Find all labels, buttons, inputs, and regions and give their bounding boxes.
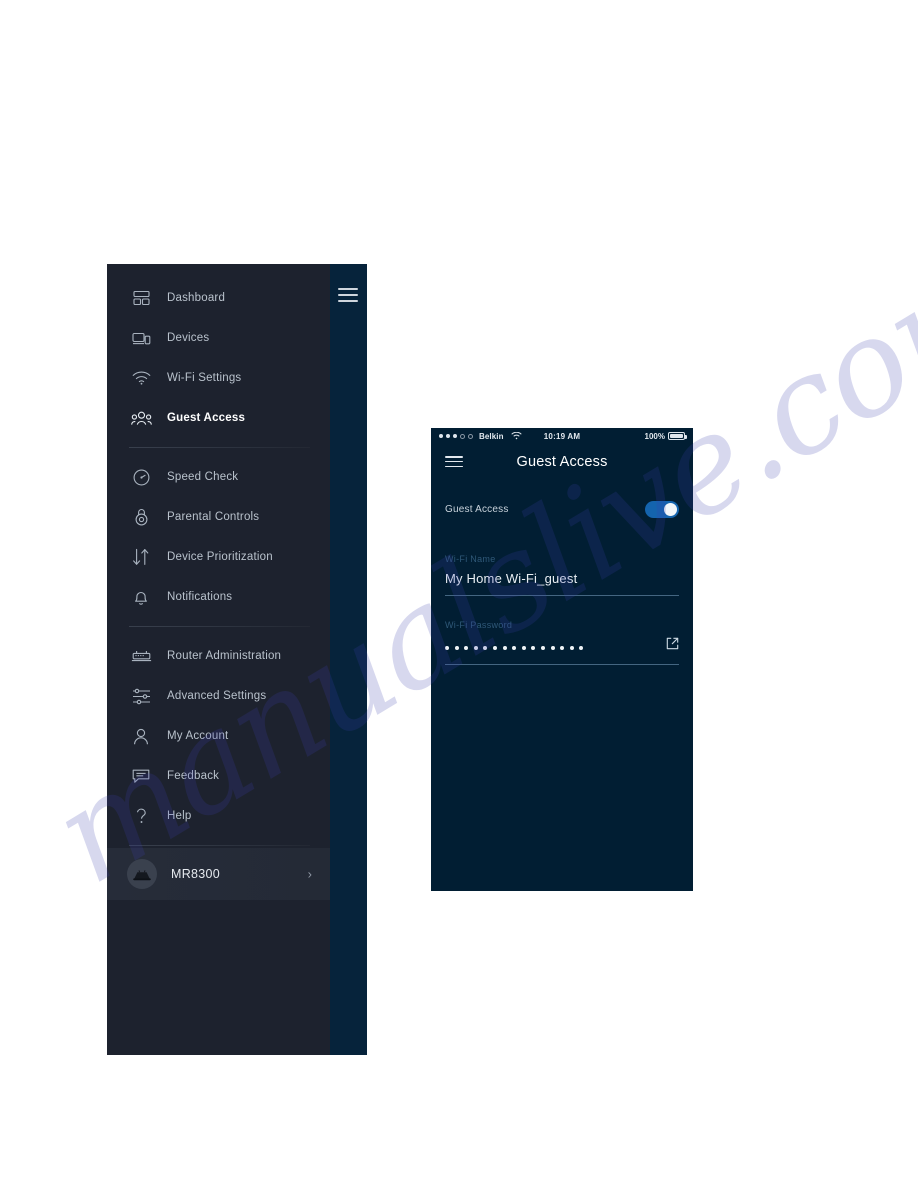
sidebar-device-name: MR8300	[171, 867, 221, 881]
wifi-name-label: Wi-Fi Name	[445, 554, 496, 564]
guest-access-toggle-row[interactable]: Guest Access	[431, 488, 693, 530]
sidebar-item-advanced-settings[interactable]: Advanced Settings	[107, 676, 330, 716]
sidebar-item-help[interactable]: Help	[107, 796, 330, 836]
sidebar-device-row[interactable]: MR8300 ›	[107, 848, 330, 900]
wifi-name-row: My Home Wi-Fi_guest	[445, 571, 679, 587]
sidebar-item-label: Feedback	[167, 770, 220, 782]
question-mark-icon	[129, 804, 153, 828]
sidebar-divider	[129, 626, 310, 627]
dashboard-icon	[129, 286, 153, 310]
wifi-password-field[interactable]: Wi-Fi Password	[445, 596, 679, 665]
speedometer-icon	[129, 465, 153, 489]
lock-icon	[129, 505, 153, 529]
sidebar-item-label: Dashboard	[167, 292, 226, 304]
hamburger-bar	[445, 465, 463, 468]
router-icon	[129, 644, 153, 668]
hamburger-bar	[338, 300, 358, 302]
phone-header: Guest Access	[431, 444, 693, 480]
guest-access-toggle[interactable]	[645, 500, 679, 518]
chat-bubble-icon	[129, 764, 153, 788]
wifi-password-masked-value[interactable]	[445, 640, 658, 656]
sidebar-item-my-account[interactable]: My Account	[107, 716, 330, 756]
sidebar-item-feedback[interactable]: Feedback	[107, 756, 330, 796]
battery-full-icon	[668, 432, 687, 440]
sidebar-item-label: Help	[167, 810, 192, 822]
hamburger-bar	[445, 456, 463, 458]
sidebar-item-speed-check[interactable]: Speed Check	[107, 457, 330, 497]
sidebar-divider	[129, 447, 310, 448]
phone-screenshot: Belkin 10:19 AM 100% Guest Access Guest …	[431, 428, 693, 891]
app-sidebar-panel: Dashboard Devices Wi-Fi Settings Guest A…	[107, 264, 367, 1055]
wifi-name-value[interactable]: My Home Wi-Fi_guest	[445, 571, 679, 587]
sidebar-nav-list: Dashboard Devices Wi-Fi Settings Guest A…	[107, 278, 330, 895]
wifi-password-row	[445, 637, 679, 656]
sidebar-item-router-administration[interactable]: Router Administration	[107, 636, 330, 676]
hamburger-bar	[445, 460, 463, 463]
sidebar-item-devices[interactable]: Devices	[107, 318, 330, 358]
sidebar-item-device-prioritization[interactable]: Device Prioritization	[107, 537, 330, 577]
devices-icon	[129, 326, 153, 350]
guest-users-icon	[129, 406, 153, 430]
sidebar-item-label: Wi-Fi Settings	[167, 372, 242, 384]
status-battery-group: 100%	[644, 431, 687, 441]
sidebar-item-dashboard[interactable]: Dashboard	[107, 278, 330, 318]
field-underline	[445, 664, 679, 665]
hamburger-bar	[338, 294, 358, 296]
toggle-knob	[664, 502, 677, 516]
sliders-icon	[129, 684, 153, 708]
sidebar-item-label: My Account	[167, 730, 229, 742]
sidebar-right-rail	[330, 264, 367, 1055]
person-icon	[129, 724, 153, 748]
sidebar-divider	[129, 845, 310, 846]
chevron-right-icon[interactable]: ›	[308, 867, 312, 882]
sidebar-item-wifi-settings[interactable]: Wi-Fi Settings	[107, 358, 330, 398]
hamburger-icon[interactable]	[338, 288, 358, 302]
wifi-name-field[interactable]: Wi-Fi Name My Home Wi-Fi_guest	[445, 530, 679, 596]
guest-access-label: Guest Access	[445, 503, 509, 515]
battery-percent-label: 100%	[644, 431, 665, 441]
sidebar-item-label: Guest Access	[167, 412, 246, 424]
up-down-arrows-icon	[129, 545, 153, 569]
sidebar-item-notifications[interactable]: Notifications	[107, 577, 330, 617]
sidebar-item-guest-access[interactable]: Guest Access	[107, 398, 330, 438]
hamburger-bar	[338, 288, 358, 290]
sidebar-item-label: Advanced Settings	[167, 690, 267, 702]
hamburger-icon[interactable]	[445, 456, 463, 468]
sidebar-item-label: Devices	[167, 332, 210, 344]
wifi-icon	[129, 366, 153, 390]
bell-icon	[129, 585, 153, 609]
sidebar-item-parental-controls[interactable]: Parental Controls	[107, 497, 330, 537]
phone-status-bar: Belkin 10:19 AM 100%	[431, 428, 693, 444]
wifi-password-label: Wi-Fi Password	[445, 620, 513, 630]
sidebar-item-label: Parental Controls	[167, 511, 260, 523]
router-thumbnail-icon	[127, 859, 157, 889]
field-underline	[445, 595, 679, 596]
share-external-icon[interactable]	[666, 637, 679, 655]
sidebar-item-label: Device Prioritization	[167, 551, 273, 563]
sidebar-item-label: Notifications	[167, 591, 233, 603]
page-title: Guest Access	[516, 454, 608, 470]
sidebar-item-label: Router Administration	[167, 650, 282, 662]
sidebar-item-label: Speed Check	[167, 471, 239, 483]
